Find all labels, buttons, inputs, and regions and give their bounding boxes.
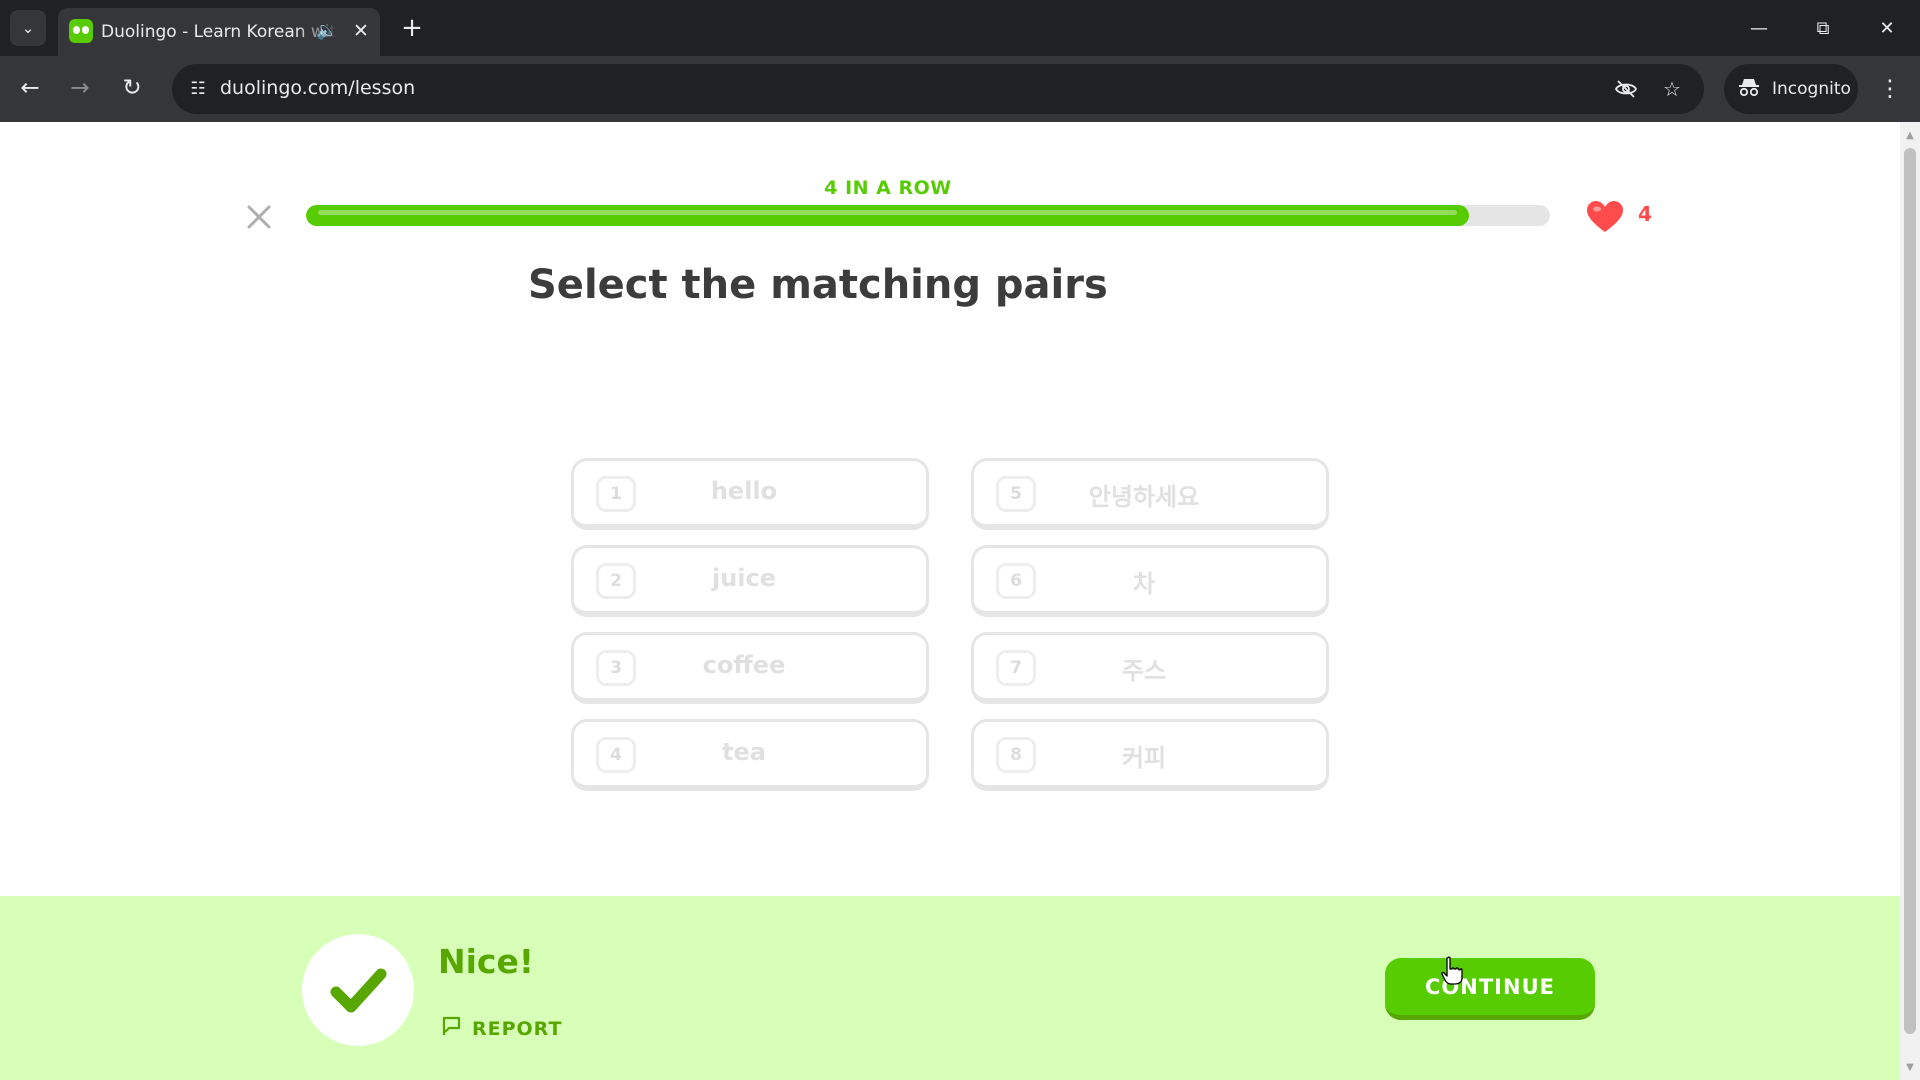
feedback-title: Nice! bbox=[438, 942, 534, 981]
option-label: juice bbox=[711, 564, 777, 592]
option-label: hello bbox=[710, 477, 778, 505]
pair-option-juice[interactable]: 2 juice bbox=[571, 545, 929, 617]
report-label: REPORT bbox=[472, 1017, 563, 1040]
option-label: 차 bbox=[1132, 570, 1156, 598]
option-number: 2 bbox=[596, 563, 636, 599]
pair-option-tea[interactable]: 4 tea bbox=[571, 719, 929, 791]
eye-off-icon[interactable] bbox=[1608, 71, 1644, 107]
reload-icon[interactable]: ↻ bbox=[114, 70, 150, 106]
option-label: coffee bbox=[702, 651, 786, 679]
option-number: 1 bbox=[596, 476, 636, 512]
browser-toolbar: ← → ↻ ☷ duolingo.com/lesson ☆ Incognito … bbox=[0, 56, 1920, 122]
plus-icon[interactable]: + bbox=[396, 12, 428, 44]
option-label: 커피 bbox=[1121, 744, 1167, 772]
pair-option-coffee[interactable]: 3 coffee bbox=[571, 632, 929, 704]
close-icon[interactable] bbox=[242, 200, 276, 234]
progress-bar bbox=[306, 205, 1550, 226]
incognito-icon bbox=[1738, 77, 1760, 102]
close-icon[interactable]: ✕ bbox=[1864, 6, 1910, 50]
chevron-down-icon[interactable]: ⌄ bbox=[10, 10, 46, 46]
pair-option-juseu[interactable]: 7 주스 bbox=[971, 632, 1329, 704]
scroll-up-icon[interactable]: ▲ bbox=[1900, 126, 1920, 144]
option-number: 3 bbox=[596, 650, 636, 686]
continue-button[interactable]: CONTINUE bbox=[1385, 958, 1595, 1020]
page-title: Select the matching pairs bbox=[528, 262, 1108, 308]
incognito-label: Incognito bbox=[1772, 79, 1851, 99]
option-number: 6 bbox=[996, 563, 1036, 599]
option-label: 안녕하세요 bbox=[1088, 483, 1200, 511]
feedback-banner: Nice! REPORT CONTINUE bbox=[0, 896, 1900, 1080]
pair-option-annyeonghaseyo[interactable]: 5 안녕하세요 bbox=[971, 458, 1329, 530]
heart-icon bbox=[1586, 200, 1624, 234]
option-number: 7 bbox=[996, 650, 1036, 686]
duolingo-owl-icon bbox=[69, 19, 93, 43]
arrow-right-icon[interactable]: → bbox=[62, 70, 98, 106]
option-number: 4 bbox=[596, 737, 636, 773]
checkmark-icon bbox=[302, 934, 414, 1046]
option-label: tea bbox=[722, 738, 766, 766]
hearts-count: 4 bbox=[1638, 202, 1652, 226]
browser-tab[interactable]: Duolingo - Learn Korean with lessons 🔈 ✕ bbox=[58, 8, 380, 56]
streak-label: 4 IN A ROW bbox=[824, 177, 952, 199]
scroll-down-icon[interactable]: ▼ bbox=[1900, 1058, 1920, 1076]
incognito-indicator[interactable]: Incognito bbox=[1724, 64, 1858, 114]
option-label: 주스 bbox=[1121, 657, 1167, 685]
flag-icon bbox=[440, 1014, 464, 1043]
pair-option-hello[interactable]: 1 hello bbox=[571, 458, 929, 530]
option-number: 8 bbox=[996, 737, 1036, 773]
browser-tab-strip: ⌄ Duolingo - Learn Korean with lessons 🔈… bbox=[0, 0, 1920, 56]
progress-shine bbox=[318, 210, 1458, 215]
report-button[interactable]: REPORT bbox=[440, 1014, 562, 1043]
close-icon[interactable]: ✕ bbox=[348, 18, 374, 44]
scrollbar-thumb[interactable] bbox=[1904, 148, 1916, 1034]
scrollbar[interactable]: ▲ ▼ bbox=[1900, 122, 1920, 1080]
option-number: 5 bbox=[996, 476, 1036, 512]
hand-cursor-icon bbox=[1440, 956, 1464, 986]
star-icon[interactable]: ☆ bbox=[1654, 71, 1690, 107]
restore-icon[interactable]: ⧉ bbox=[1800, 6, 1846, 50]
progress-fill bbox=[306, 205, 1470, 226]
url-text[interactable]: duolingo.com/lesson bbox=[220, 77, 415, 99]
arrow-left-icon[interactable]: ← bbox=[12, 70, 48, 106]
more-vert-icon[interactable]: ⋮ bbox=[1872, 71, 1908, 107]
tune-icon[interactable]: ☷ bbox=[180, 71, 216, 107]
address-bar[interactable]: ☷ duolingo.com/lesson ☆ bbox=[172, 64, 1704, 114]
minimize-icon[interactable]: — bbox=[1736, 6, 1782, 50]
speaker-icon[interactable]: 🔈 bbox=[314, 18, 340, 44]
pair-option-keopi[interactable]: 8 커피 bbox=[971, 719, 1329, 791]
pair-option-cha[interactable]: 6 차 bbox=[971, 545, 1329, 617]
lesson-page: 4 IN A ROW 4 Select the matching pairs 1… bbox=[0, 122, 1900, 1080]
